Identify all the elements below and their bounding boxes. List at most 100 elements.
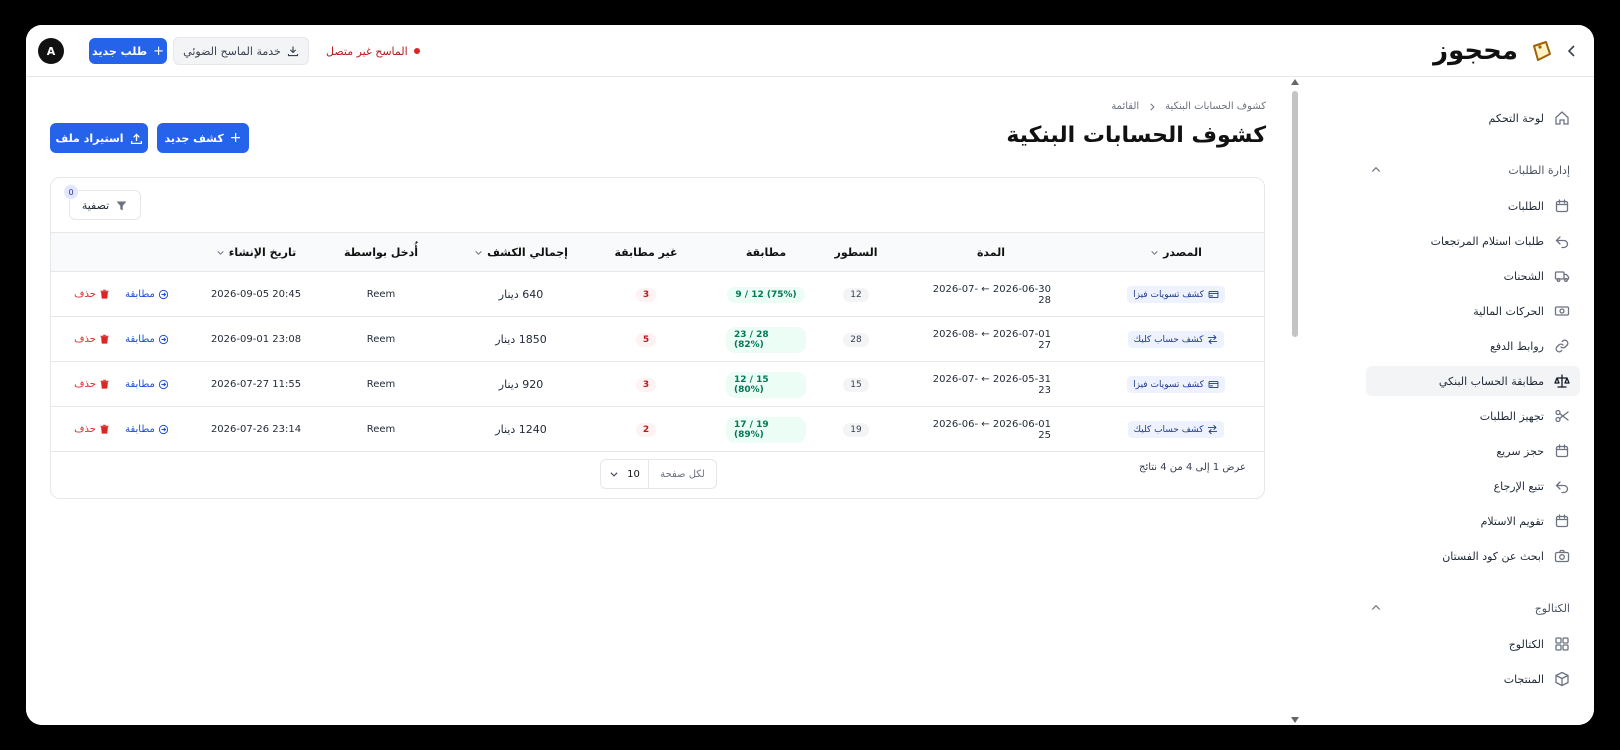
sidebar-item-6[interactable]: مطابقة الحساب البنكي xyxy=(1366,366,1580,396)
per-page-select[interactable]: 10 xyxy=(601,460,648,488)
match-button[interactable]: مطابقة xyxy=(125,424,169,435)
cell-delete-action: حذف xyxy=(69,407,115,452)
unmatched-badge: 2 xyxy=(635,422,657,437)
filter-button[interactable]: 0 تصفية xyxy=(64,185,141,220)
sidebar-item-label: تجهيز الطلبات xyxy=(1479,409,1544,423)
chevron-up-icon xyxy=(1371,604,1381,610)
filter-icon xyxy=(116,200,127,210)
entered-by-text: Reem xyxy=(366,424,396,435)
cell-total: 1240 دينار xyxy=(466,407,576,452)
sidebar-item-label: طلبات استلام المرتجعات xyxy=(1430,234,1544,248)
scanner-status: الماسح غير متصل xyxy=(326,42,420,60)
match-button[interactable]: مطابقة xyxy=(125,379,169,390)
sidebar-item-2[interactable]: طلبات استلام المرتجعات xyxy=(1366,226,1580,256)
sidebar-item-label: الشحنات xyxy=(1503,269,1544,283)
avatar[interactable]: A xyxy=(38,38,64,64)
sidebar-item-1[interactable]: الطلبات xyxy=(1366,191,1580,221)
link-icon xyxy=(1555,339,1569,353)
lines-badge: 28 xyxy=(843,332,869,347)
unmatched-badge: 5 xyxy=(635,332,657,347)
sidebar-catalog-item-1[interactable]: الكتالوج xyxy=(1366,629,1580,659)
sidebar-section-catalog[interactable]: الكتالوج xyxy=(1366,597,1580,619)
match-button[interactable]: مطابقة xyxy=(125,334,169,345)
statements-card: 0 تصفية المصدر المدة السطور مطابقة غير م… xyxy=(50,177,1265,499)
lines-badge: 12 xyxy=(843,287,869,302)
sidebar-item-9[interactable]: تتبع الإرجاع xyxy=(1366,471,1580,501)
box-icon xyxy=(1555,671,1569,687)
matched-badge: 12 / 15 (80%) xyxy=(726,371,806,398)
sidebar-item-4[interactable]: الحركات المالية xyxy=(1366,296,1580,326)
brand: محجوز xyxy=(1433,33,1580,69)
cell-lines: 28 xyxy=(826,317,886,362)
header-created-at[interactable]: تاريخ الإنشاء xyxy=(201,233,311,271)
table-row: كشف تسويات فيزا 2026-05-31 ← 2026-07-23 15… xyxy=(51,362,1264,407)
period-text: 2026-05-31 ← 2026-07-23 xyxy=(932,373,1051,396)
download-icon xyxy=(287,46,298,57)
scroll-up-arrow-icon[interactable] xyxy=(1291,79,1299,85)
match-button[interactable]: مطابقة xyxy=(125,289,169,300)
status-dot-icon xyxy=(413,48,420,54)
delete-button[interactable]: حذف xyxy=(74,334,110,345)
sidebar-item-7[interactable]: تجهيز الطلبات xyxy=(1366,401,1580,431)
per-page-control[interactable]: لكل صفحة 10 xyxy=(600,459,717,489)
cell-lines: 12 xyxy=(826,272,886,317)
scroll-thumb[interactable] xyxy=(1292,91,1298,337)
match-label: مطابقة xyxy=(125,379,155,390)
sidebar-item-8[interactable]: حجز سريع xyxy=(1366,436,1580,466)
trash-icon xyxy=(100,289,109,299)
trash-icon xyxy=(100,334,109,344)
cell-delete-action: حذف xyxy=(69,272,115,317)
sidebar-item-3[interactable]: الشحنات xyxy=(1366,261,1580,291)
sidebar-section-orders[interactable]: إدارة الطلبات xyxy=(1366,159,1580,181)
entered-by-text: Reem xyxy=(366,379,396,390)
source-badge: كشف حساب كليك xyxy=(1127,421,1225,438)
header-total[interactable]: إجمالي الكشف xyxy=(466,233,576,271)
header-unmatched-label: غير مطابقة xyxy=(614,245,678,259)
main-content: كشوف الحسابات البنكية القائمة كشوف الحسا… xyxy=(26,77,1296,725)
sidebar-catalog-item-2[interactable]: المنتجات xyxy=(1366,664,1580,694)
header-source[interactable]: المصدر xyxy=(1116,233,1236,271)
delete-label: حذف xyxy=(74,424,96,435)
new-statement-button[interactable]: + كشف جديد xyxy=(157,123,249,153)
sidebar-section-label: الكتالوج xyxy=(1534,601,1570,615)
cell-unmatched: 3 xyxy=(606,272,686,317)
table-header: المصدر المدة السطور مطابقة غير مطابقة إج… xyxy=(51,232,1264,272)
scanner-service-button[interactable]: خدمة الماسح الضوئي xyxy=(173,37,309,65)
sidebar-item-10[interactable]: تقويم الاستلام xyxy=(1366,506,1580,536)
cell-unmatched: 2 xyxy=(606,407,686,452)
header-matched: مطابقة xyxy=(726,233,806,271)
scrollbar[interactable] xyxy=(1290,77,1300,725)
breadcrumb-parent[interactable]: القائمة xyxy=(1111,101,1139,112)
chevron-left-icon[interactable] xyxy=(1564,43,1580,59)
delete-button[interactable]: حذف xyxy=(74,379,110,390)
header-lines-label: السطور xyxy=(834,245,878,259)
cell-entered-by: Reem xyxy=(331,407,431,452)
table-row: كشف حساب كليك 2026-07-01 ← 2026-08-27 28 23… xyxy=(51,317,1264,362)
import-file-button[interactable]: استيراد ملف xyxy=(50,123,148,153)
top-bar: A + طلب جديد خدمة الماسح الضوئي الماسح غ… xyxy=(26,25,1594,77)
cell-created-at: 2026-09-05 20:45 xyxy=(201,272,311,317)
sidebar-item-label: الحركات المالية xyxy=(1473,304,1544,318)
new-order-button[interactable]: + طلب جديد xyxy=(89,38,167,64)
import-file-label: استيراد ملف xyxy=(55,131,124,145)
total-text: 1240 دينار xyxy=(495,423,547,436)
sidebar-item-label: المنتجات xyxy=(1503,672,1544,686)
header-created-at-label: تاريخ الإنشاء xyxy=(228,245,297,259)
header-source-label: المصدر xyxy=(1163,245,1202,259)
app-window: A + طلب جديد خدمة الماسح الضوئي الماسح غ… xyxy=(26,25,1594,725)
created-at-text: 2026-07-27 11:55 xyxy=(210,379,302,390)
delete-button[interactable]: حذف xyxy=(74,424,110,435)
sidebar: لوحة التحكم إدارة الطلبات الطلبات طلبات ا… xyxy=(1344,77,1594,725)
delete-button[interactable]: حذف xyxy=(74,289,110,300)
delete-label: حذف xyxy=(74,334,96,345)
sidebar-item-11[interactable]: ابحث عن كود الفستان xyxy=(1366,541,1580,571)
breadcrumb-current[interactable]: كشوف الحسابات البنكية xyxy=(1165,101,1266,112)
new-statement-label: كشف جديد xyxy=(164,131,224,145)
period-text: 2026-06-01 ← 2026-06-25 xyxy=(932,418,1051,441)
sidebar-item-5[interactable]: روابط الدفع xyxy=(1366,331,1580,361)
lines-badge: 19 xyxy=(843,422,869,437)
calendar-icon xyxy=(1555,199,1569,213)
cell-period: 2026-07-01 ← 2026-08-27 xyxy=(931,317,1051,362)
scroll-down-arrow-icon[interactable] xyxy=(1291,717,1299,723)
sidebar-item-dashboard[interactable]: لوحة التحكم xyxy=(1366,103,1580,133)
